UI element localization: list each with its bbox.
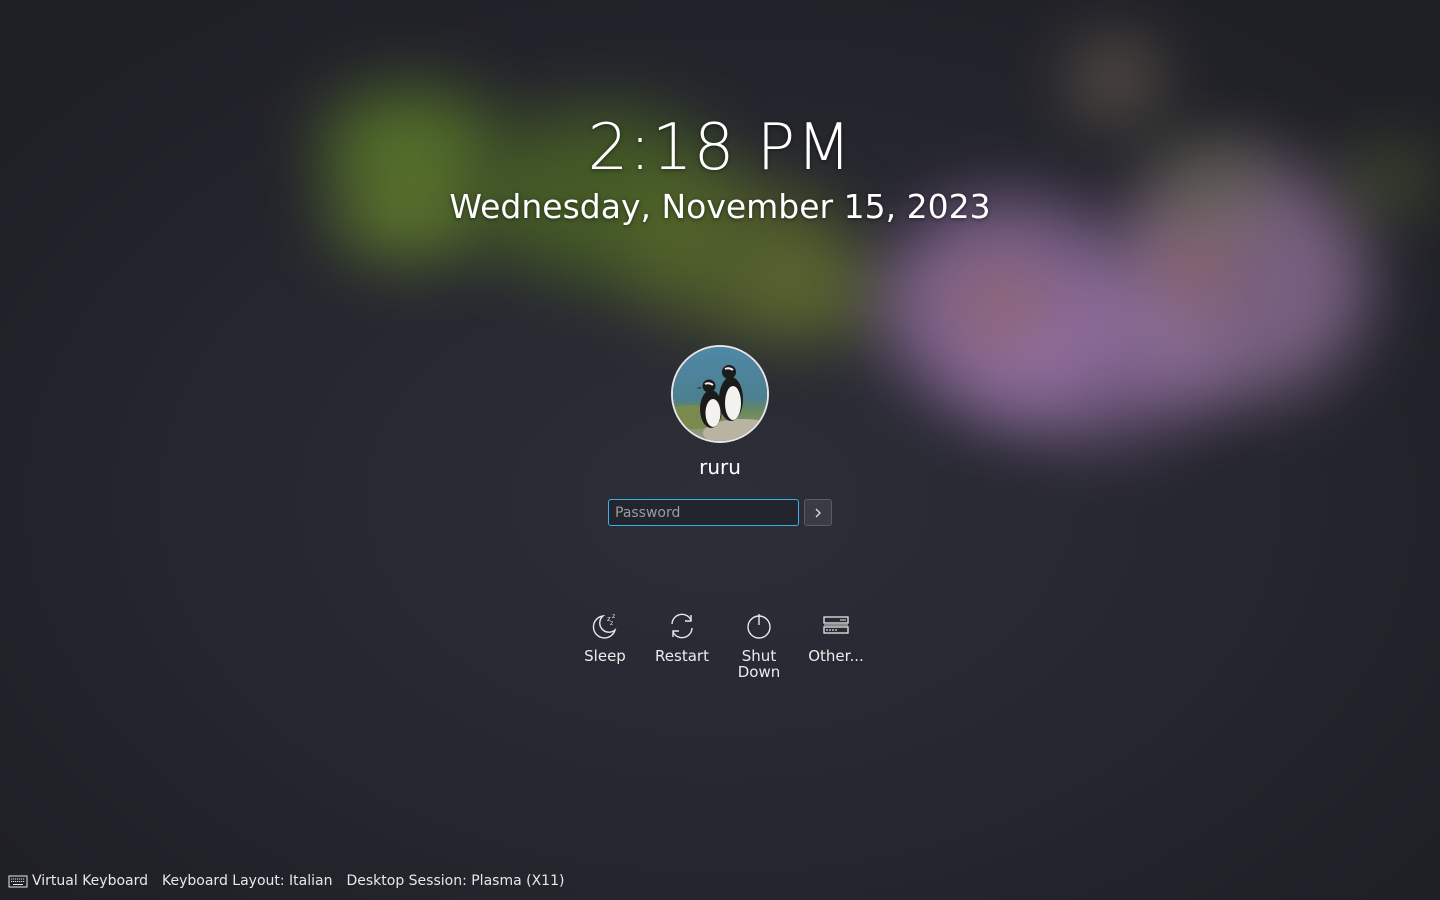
sleep-button[interactable]: z z z Sleep (565, 610, 645, 664)
svg-text:z: z (610, 620, 613, 627)
username-label: ruru (699, 455, 741, 479)
password-input[interactable] (608, 499, 799, 526)
keyboard-layout-button[interactable]: Keyboard Layout: Italian (162, 872, 332, 890)
power-icon (747, 614, 771, 639)
user-avatar[interactable] (671, 345, 769, 443)
sleep-icon: z z z (592, 613, 617, 639)
shutdown-label: Shut Down (737, 647, 781, 681)
shutdown-button[interactable]: Shut Down (719, 610, 799, 680)
keyboard-layout-label: Keyboard Layout: Italian (162, 873, 333, 889)
login-submit-button[interactable] (804, 499, 832, 526)
restart-icon (671, 613, 693, 639)
penguin-avatar-icon (673, 347, 767, 441)
clock-date: Wednesday, November 15, 2023 (449, 187, 991, 226)
footer-bar: Virtual Keyboard Keyboard Layout: Italia… (8, 872, 578, 890)
virtual-keyboard-button[interactable]: Virtual Keyboard (8, 872, 148, 890)
virtual-keyboard-label: Virtual Keyboard (32, 873, 149, 889)
chevron-right-icon (815, 508, 821, 517)
switch-user-label: Other... (808, 647, 864, 665)
desktop-session-button[interactable]: Desktop Session: Plasma (X11) (346, 872, 564, 890)
switch-user-button[interactable]: Other... (796, 610, 876, 664)
desktop-session-label: Desktop Session: Plasma (X11) (346, 873, 565, 889)
keyboard-icon (8, 875, 28, 888)
svg-text:z: z (612, 613, 615, 620)
sleep-label: Sleep (584, 647, 626, 665)
clock-time: 2:18 PM (587, 111, 853, 185)
lock-screen: 2:18 PM Wednesday, November 15, 2023 rur… (0, 0, 1440, 900)
restart-label: Restart (655, 647, 709, 665)
restart-button[interactable]: Restart (642, 610, 722, 664)
switch-user-icon (823, 616, 849, 634)
